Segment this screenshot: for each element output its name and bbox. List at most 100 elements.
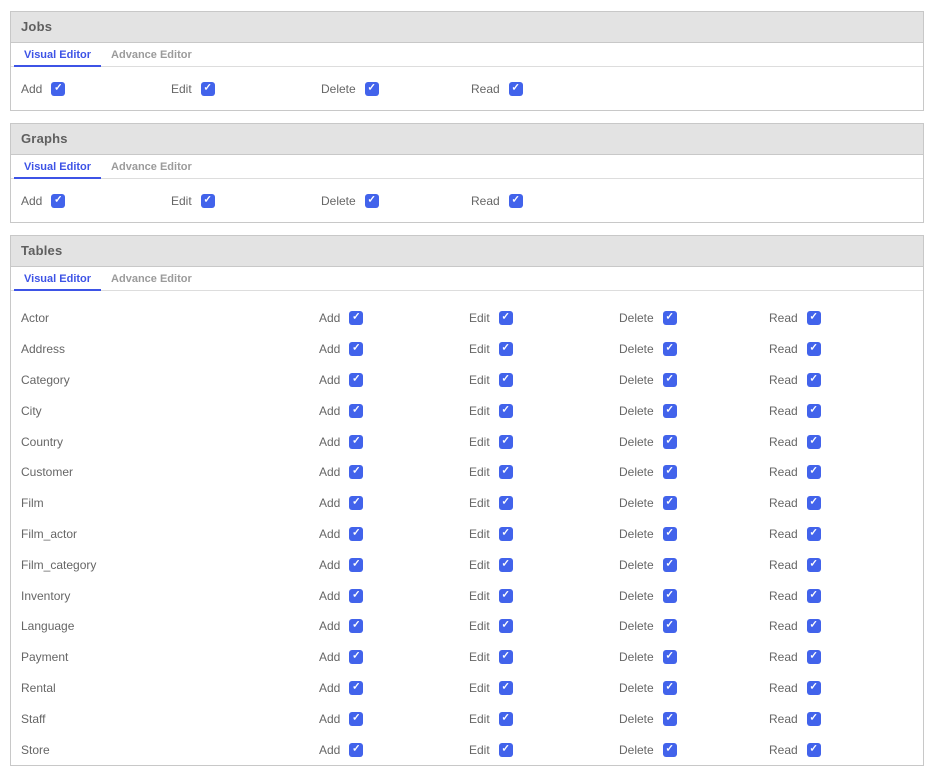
checkbox-read-checked[interactable]: ✓ xyxy=(806,680,821,695)
checkbox-add-checked[interactable]: ✓ xyxy=(349,372,364,387)
perm-delete: Delete ✓ xyxy=(619,434,769,449)
perm-read: Read ✓ xyxy=(769,650,919,665)
checkbox-edit-checked[interactable]: ✓ xyxy=(498,650,513,665)
checkbox-read-checked[interactable]: ✓ xyxy=(806,434,821,449)
checkbox-add-checked[interactable]: ✓ xyxy=(349,588,364,603)
checkbox-read-checked[interactable]: ✓ xyxy=(508,82,523,96)
checkbox-read-checked[interactable]: ✓ xyxy=(806,465,821,480)
checkbox-delete-checked[interactable]: ✓ xyxy=(662,588,677,603)
checkbox-edit-checked[interactable]: ✓ xyxy=(498,588,513,603)
checkbox-delete-checked[interactable]: ✓ xyxy=(364,194,379,208)
perm-add-label: Add xyxy=(21,194,43,208)
checkbox-add-checked[interactable]: ✓ xyxy=(349,403,364,418)
checkbox-delete-checked[interactable]: ✓ xyxy=(662,342,677,357)
checkbox-add-checked[interactable]: ✓ xyxy=(51,194,66,208)
perm-delete-label: Delete xyxy=(321,82,356,96)
checkbox-read-checked[interactable]: ✓ xyxy=(806,372,821,387)
tab-visual-editor[interactable]: Visual Editor xyxy=(14,155,102,179)
checkbox-edit-checked[interactable]: ✓ xyxy=(498,526,513,541)
checkbox-edit-checked[interactable]: ✓ xyxy=(498,403,513,418)
checkbox-add-checked[interactable]: ✓ xyxy=(349,742,364,757)
checkbox-edit-checked[interactable]: ✓ xyxy=(498,372,513,387)
checkbox-add-checked[interactable]: ✓ xyxy=(349,650,364,665)
checkbox-edit-checked[interactable]: ✓ xyxy=(498,742,513,757)
checkbox-edit-checked[interactable]: ✓ xyxy=(498,557,513,572)
perm-edit-label: Edit xyxy=(469,711,490,726)
checkbox-read-checked[interactable]: ✓ xyxy=(806,588,821,603)
checkbox-add-checked[interactable]: ✓ xyxy=(349,557,364,572)
checkbox-add-checked[interactable]: ✓ xyxy=(349,711,364,726)
tab-visual-editor[interactable]: Visual Editor xyxy=(14,43,102,67)
checkbox-delete-checked[interactable]: ✓ xyxy=(662,557,677,572)
checkbox-delete-checked[interactable]: ✓ xyxy=(662,711,677,726)
checkbox-read-checked[interactable]: ✓ xyxy=(806,403,821,418)
checkbox-delete-checked[interactable]: ✓ xyxy=(662,680,677,695)
checkbox-read-checked[interactable]: ✓ xyxy=(806,311,821,326)
checkbox-delete-checked[interactable]: ✓ xyxy=(662,372,677,387)
perm-delete: Delete ✓ xyxy=(619,650,769,665)
perm-edit: Edit ✓ xyxy=(171,82,321,96)
table-name: Country xyxy=(21,434,64,449)
checkbox-delete-checked[interactable]: ✓ xyxy=(364,82,379,96)
checkbox-delete-checked[interactable]: ✓ xyxy=(662,403,677,418)
perm-add: Add ✓ xyxy=(319,557,469,572)
checkbox-add-checked[interactable]: ✓ xyxy=(349,619,364,634)
checkbox-edit-checked[interactable]: ✓ xyxy=(498,465,513,480)
checkbox-read-checked[interactable]: ✓ xyxy=(806,711,821,726)
checkbox-edit-checked[interactable]: ✓ xyxy=(498,434,513,449)
check-icon: ✓ xyxy=(809,373,818,385)
checkbox-delete-checked[interactable]: ✓ xyxy=(662,434,677,449)
tab-advance-editor[interactable]: Advance Editor xyxy=(101,155,202,179)
checkbox-edit-checked[interactable]: ✓ xyxy=(498,311,513,326)
perm-add: Add ✓ xyxy=(319,311,469,326)
perm-edit-label: Edit xyxy=(469,403,490,418)
checkbox-delete-checked[interactable]: ✓ xyxy=(662,650,677,665)
checkbox-delete-checked[interactable]: ✓ xyxy=(662,496,677,511)
perm-read: Read ✓ xyxy=(769,619,919,634)
checkbox-delete-checked[interactable]: ✓ xyxy=(662,742,677,757)
checkbox-edit-checked[interactable]: ✓ xyxy=(498,680,513,695)
checkbox-add-checked[interactable]: ✓ xyxy=(349,434,364,449)
checkbox-add-checked[interactable]: ✓ xyxy=(349,465,364,480)
perm-delete: Delete ✓ xyxy=(619,496,769,511)
checkbox-add-checked[interactable]: ✓ xyxy=(349,526,364,541)
tab-advance-editor[interactable]: Advance Editor xyxy=(101,43,202,67)
checkbox-add-checked[interactable]: ✓ xyxy=(349,342,364,357)
checkbox-delete-checked[interactable]: ✓ xyxy=(662,619,677,634)
perm-read: Read ✓ xyxy=(769,342,919,357)
checkbox-edit-checked[interactable]: ✓ xyxy=(498,711,513,726)
checkbox-read-checked[interactable]: ✓ xyxy=(806,526,821,541)
check-icon: ✓ xyxy=(809,527,818,539)
checkbox-read-checked[interactable]: ✓ xyxy=(806,650,821,665)
checkbox-read-checked[interactable]: ✓ xyxy=(806,496,821,511)
checkbox-delete-checked[interactable]: ✓ xyxy=(662,311,677,326)
tab-visual-editor[interactable]: Visual Editor xyxy=(14,267,102,291)
panel-graphs-tab-bar: Visual Editor Advance Editor xyxy=(11,155,923,179)
checkbox-edit-checked[interactable]: ✓ xyxy=(200,82,215,96)
table-row: Language Add ✓ Edit ✓ Delete ✓ Read ✓ xyxy=(21,611,923,642)
perm-delete: Delete ✓ xyxy=(619,342,769,357)
checkbox-edit-checked[interactable]: ✓ xyxy=(498,496,513,511)
checkbox-delete-checked[interactable]: ✓ xyxy=(662,526,677,541)
checkbox-edit-checked[interactable]: ✓ xyxy=(200,194,215,208)
checkbox-read-checked[interactable]: ✓ xyxy=(806,619,821,634)
checkbox-edit-checked[interactable]: ✓ xyxy=(498,342,513,357)
table-name: Language xyxy=(21,619,75,634)
tab-advance-editor[interactable]: Advance Editor xyxy=(101,267,202,291)
panel-jobs: Jobs Visual Editor Advance Editor Add ✓ … xyxy=(10,11,924,111)
check-icon: ✓ xyxy=(352,712,361,724)
check-icon: ✓ xyxy=(501,681,510,693)
perm-delete: Delete ✓ xyxy=(321,82,471,96)
checkbox-read-checked[interactable]: ✓ xyxy=(806,342,821,357)
perm-add-label: Add xyxy=(319,619,341,634)
checkbox-edit-checked[interactable]: ✓ xyxy=(498,619,513,634)
checkbox-read-checked[interactable]: ✓ xyxy=(508,194,523,208)
checkbox-read-checked[interactable]: ✓ xyxy=(806,557,821,572)
checkbox-delete-checked[interactable]: ✓ xyxy=(662,465,677,480)
checkbox-read-checked[interactable]: ✓ xyxy=(806,742,821,757)
perm-add-label: Add xyxy=(319,711,341,726)
checkbox-add-checked[interactable]: ✓ xyxy=(51,82,66,96)
checkbox-add-checked[interactable]: ✓ xyxy=(349,496,364,511)
checkbox-add-checked[interactable]: ✓ xyxy=(349,680,364,695)
checkbox-add-checked[interactable]: ✓ xyxy=(349,311,364,326)
